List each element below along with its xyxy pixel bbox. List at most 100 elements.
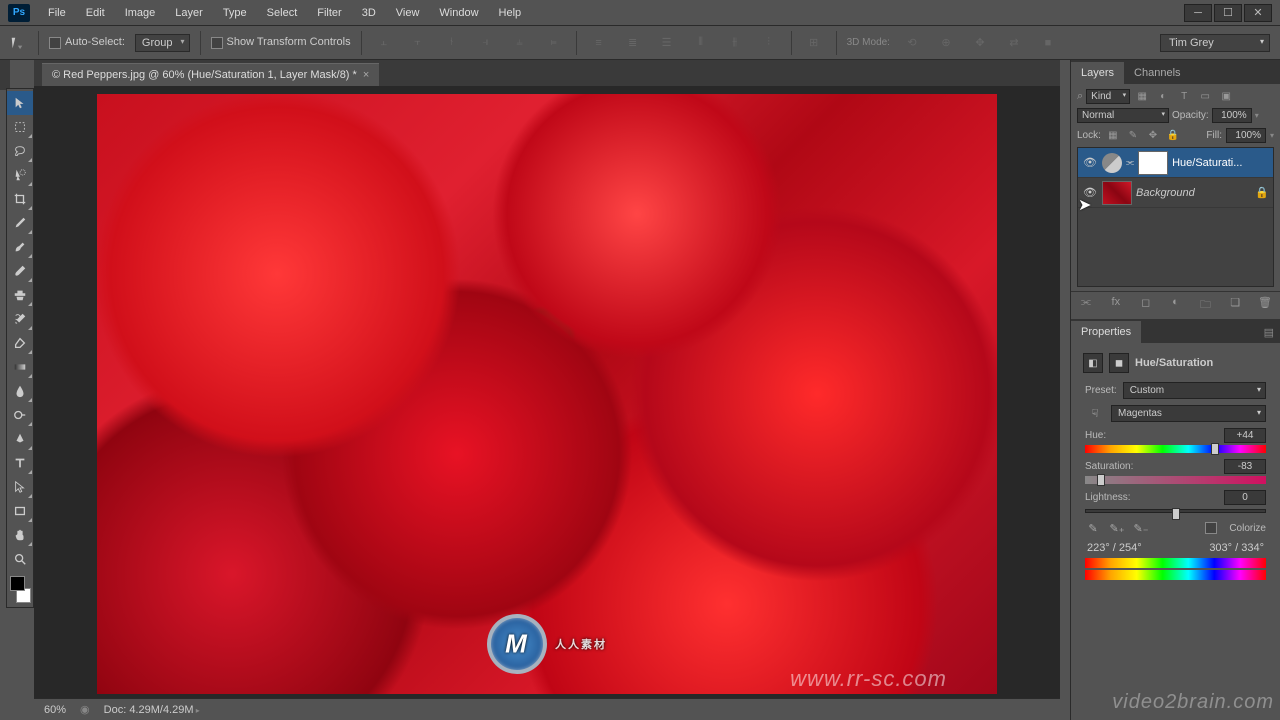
color-range-bar[interactable] — [1085, 558, 1266, 568]
show-transform-checkbox[interactable]: Show Transform Controls — [211, 36, 351, 48]
brush-tool[interactable] — [7, 259, 33, 283]
lightness-input[interactable]: 0 — [1224, 490, 1266, 505]
lock-pixels-icon[interactable]: ✎ — [1125, 127, 1141, 143]
distribute-bottom-icon[interactable]: ☰ — [655, 32, 679, 54]
path-selection-tool[interactable] — [7, 475, 33, 499]
layer-effects-icon[interactable]: fx — [1107, 296, 1125, 315]
eraser-tool[interactable] — [7, 331, 33, 355]
auto-select-checkbox[interactable]: Auto-Select: — [49, 36, 125, 48]
quick-selection-tool[interactable] — [7, 163, 33, 187]
distribute-hcenter-icon[interactable]: ⫵ — [723, 32, 747, 54]
blend-mode-dropdown[interactable]: Normal — [1077, 108, 1169, 123]
align-bottom-icon[interactable]: ⫮ — [440, 32, 464, 54]
document-tab[interactable]: © Red Peppers.jpg @ 60% (Hue/Saturation … — [42, 63, 379, 86]
filter-shape-icon[interactable]: ▭ — [1196, 88, 1214, 104]
targeted-adjust-icon[interactable]: ☟ — [1085, 407, 1105, 420]
foreground-color-swatch[interactable] — [10, 576, 25, 591]
properties-tab[interactable]: Properties — [1071, 321, 1141, 343]
color-swatches[interactable] — [7, 573, 33, 605]
menu-layer[interactable]: Layer — [165, 3, 213, 23]
visibility-toggle-icon[interactable]: 👁 — [1082, 186, 1098, 199]
eyedropper-tool[interactable] — [7, 211, 33, 235]
type-tool[interactable] — [7, 451, 33, 475]
fill-input[interactable]: 100% — [1226, 128, 1266, 143]
link-icon[interactable]: ⫘ — [1126, 157, 1134, 168]
doc-info[interactable]: Doc: 4.29M/4.29M — [104, 704, 200, 716]
mask-type-icon[interactable]: ◼ — [1109, 353, 1129, 373]
lasso-tool[interactable] — [7, 139, 33, 163]
layers-tab[interactable]: Layers — [1071, 62, 1124, 84]
preset-dropdown[interactable]: Custom — [1123, 382, 1266, 399]
status-preview-icon[interactable]: ◉ — [80, 703, 90, 716]
hue-input[interactable]: +44 — [1224, 428, 1266, 443]
menu-window[interactable]: Window — [429, 3, 488, 23]
distribute-right-icon[interactable]: ⫶ — [757, 32, 781, 54]
channels-tab[interactable]: Channels — [1124, 62, 1190, 84]
tab-close-icon[interactable]: × — [363, 69, 369, 81]
menu-help[interactable]: Help — [489, 3, 532, 23]
lock-all-icon[interactable]: 🔒 — [1165, 127, 1181, 143]
new-group-icon[interactable]: 🗀 — [1196, 296, 1214, 315]
new-layer-icon[interactable]: ❏ — [1226, 296, 1244, 315]
maximize-button[interactable]: ☐ — [1214, 4, 1242, 22]
colorize-checkbox[interactable] — [1205, 522, 1217, 534]
menu-view[interactable]: View — [386, 3, 430, 23]
workspace-switcher[interactable]: Tim Grey — [1160, 34, 1270, 52]
history-brush-tool[interactable] — [7, 307, 33, 331]
eyedropper-icon[interactable]: ✎ — [1085, 520, 1101, 536]
zoom-level[interactable]: 60% — [44, 704, 66, 716]
marquee-tool[interactable] — [7, 115, 33, 139]
layer-mask-thumb[interactable] — [1138, 151, 1168, 175]
close-button[interactable]: ✕ — [1244, 4, 1272, 22]
align-left-icon[interactable]: ⫣ — [474, 32, 498, 54]
layer-name[interactable]: Background — [1136, 187, 1251, 199]
menu-type[interactable]: Type — [213, 3, 257, 23]
menu-edit[interactable]: Edit — [76, 3, 115, 23]
channel-dropdown[interactable]: Magentas — [1111, 405, 1266, 422]
align-hcenter-icon[interactable]: ⫨ — [508, 32, 532, 54]
crop-tool[interactable] — [7, 187, 33, 211]
color-range-bar-shifted[interactable] — [1085, 570, 1266, 580]
auto-select-type-dropdown[interactable]: Group — [135, 34, 190, 52]
layer-row-background[interactable]: 👁 Background 🔒 — [1078, 178, 1273, 208]
eyedropper-add-icon[interactable]: ✎₊ — [1109, 520, 1125, 536]
add-mask-icon[interactable]: ◻ — [1137, 296, 1155, 315]
dodge-tool[interactable] — [7, 403, 33, 427]
collapsed-panel-strip[interactable] — [0, 60, 10, 90]
filter-type-icon[interactable]: T — [1175, 88, 1193, 104]
layer-row-adjustment[interactable]: 👁 ⫘ Hue/Saturati... — [1078, 148, 1273, 178]
distribute-vcenter-icon[interactable]: ≣ — [621, 32, 645, 54]
3d-zoom-icon[interactable]: ■ — [1036, 32, 1060, 54]
distribute-top-icon[interactable]: ≡ — [587, 32, 611, 54]
3d-pan-icon[interactable]: ✥ — [968, 32, 992, 54]
filter-smart-icon[interactable]: ▣ — [1217, 88, 1235, 104]
panel-menu-icon[interactable]: ▤ — [1258, 322, 1280, 343]
menu-select[interactable]: Select — [257, 3, 308, 23]
saturation-input[interactable]: -83 — [1224, 459, 1266, 474]
visibility-toggle-icon[interactable]: 👁 — [1082, 156, 1098, 169]
minimize-button[interactable]: ─ — [1184, 4, 1212, 22]
opacity-flyout-icon[interactable]: ▾ — [1255, 111, 1259, 120]
canvas[interactable]: 人人素材 www.rr-sc.com — [34, 86, 1060, 698]
delete-layer-icon[interactable]: 🗑 — [1256, 296, 1274, 315]
hue-slider[interactable] — [1085, 445, 1266, 453]
filter-adjustment-icon[interactable]: ◐ — [1154, 88, 1172, 104]
lock-position-icon[interactable]: ✥ — [1145, 127, 1161, 143]
layer-filter-type-dropdown[interactable]: Kind — [1086, 89, 1130, 104]
new-adjustment-icon[interactable]: ◐ — [1166, 296, 1184, 315]
menu-filter[interactable]: Filter — [307, 3, 351, 23]
lightness-slider[interactable] — [1085, 509, 1266, 513]
menu-3d[interactable]: 3D — [352, 3, 386, 23]
move-tool[interactable] — [7, 91, 33, 115]
align-right-icon[interactable]: ⫢ — [542, 32, 566, 54]
hand-tool[interactable] — [7, 523, 33, 547]
blur-tool[interactable] — [7, 379, 33, 403]
healing-brush-tool[interactable] — [7, 235, 33, 259]
filter-pixel-icon[interactable]: ▦ — [1133, 88, 1151, 104]
auto-align-icon[interactable]: ⊞ — [802, 32, 826, 54]
distribute-left-icon[interactable]: ⫴ — [689, 32, 713, 54]
lock-transparency-icon[interactable]: ▦ — [1105, 127, 1121, 143]
align-vcenter-icon[interactable]: ⫟ — [406, 32, 430, 54]
rectangle-tool[interactable] — [7, 499, 33, 523]
opacity-input[interactable]: 100% — [1212, 108, 1252, 123]
